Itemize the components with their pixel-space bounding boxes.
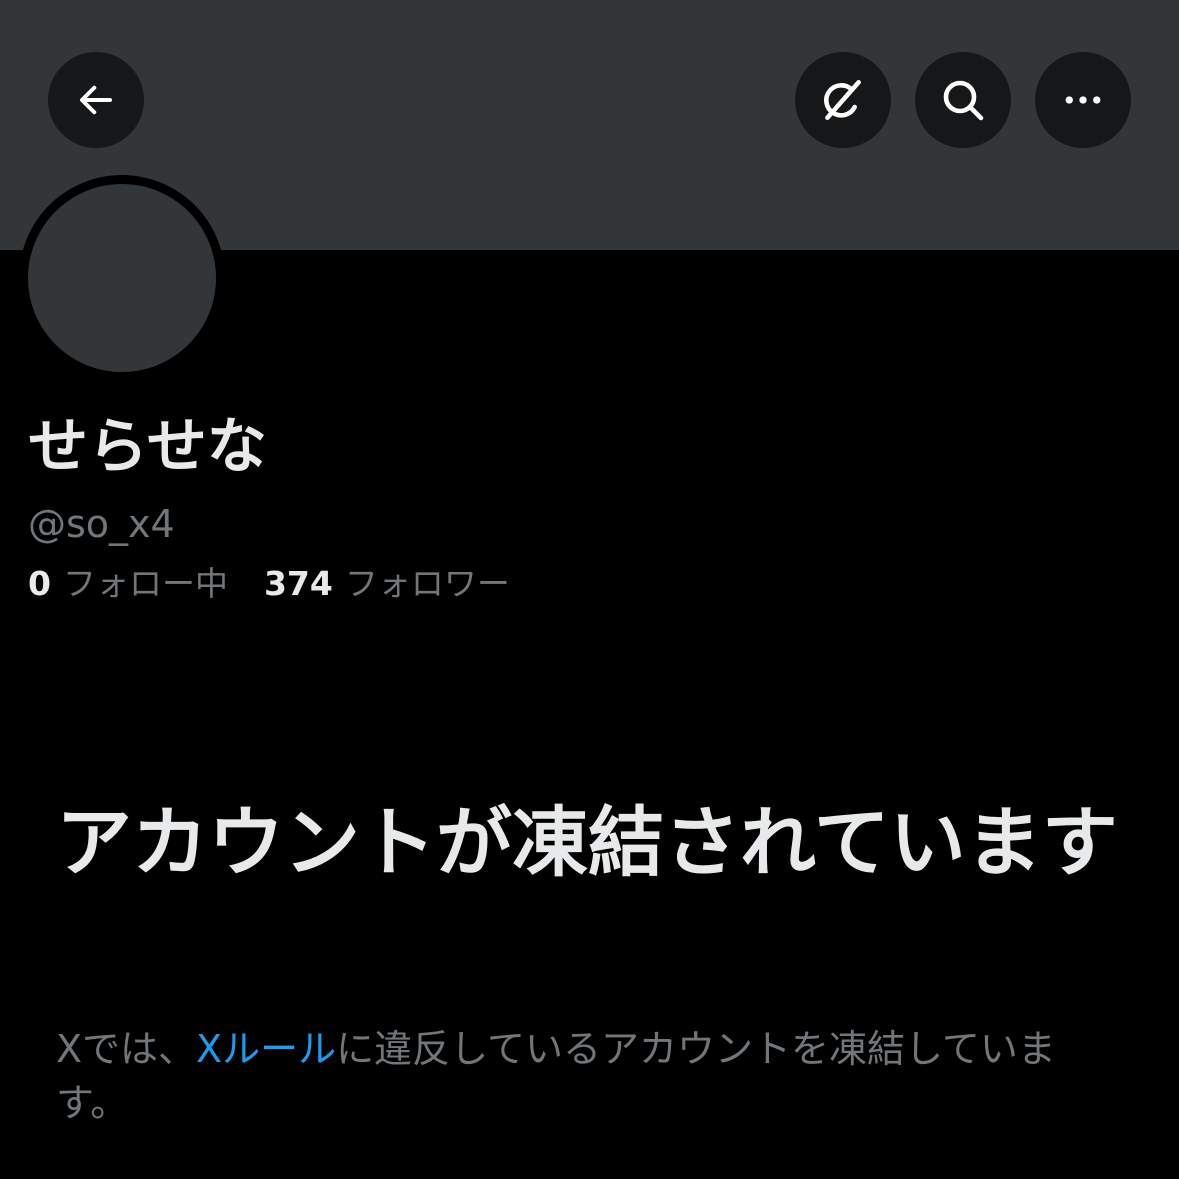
following-count: 0 xyxy=(28,564,51,603)
follow-stats: 0 フォロー中 374 フォロワー xyxy=(28,562,510,606)
avatar-ring xyxy=(19,175,225,381)
suspension-title: アカウントが凍結されています xyxy=(56,798,1118,887)
followers-count: 374 xyxy=(263,564,333,603)
display-name: せらせな xyxy=(28,412,267,482)
x-rules-link[interactable]: Xルール xyxy=(196,1027,336,1071)
followers-label: フォロワー xyxy=(344,564,510,603)
arrow-left-icon xyxy=(79,85,113,115)
suspension-desc-prefix: Xでは、 xyxy=(56,1027,197,1071)
more-button[interactable] xyxy=(1035,52,1131,148)
followers-stat[interactable]: 374 フォロワー xyxy=(264,562,510,606)
grok-button[interactable] xyxy=(795,52,891,148)
avatar[interactable] xyxy=(28,184,216,372)
suspension-description: Xでは、Xルールに違反しているアカウントを凍結しています。 xyxy=(56,1022,1126,1130)
back-button[interactable] xyxy=(48,52,144,148)
search-button[interactable] xyxy=(915,52,1011,148)
search-icon xyxy=(943,80,984,121)
user-handle: @so_x4 xyxy=(28,502,175,546)
following-label: フォロー中 xyxy=(62,564,228,603)
grok-icon xyxy=(824,80,861,121)
more-horizontal-icon xyxy=(1065,96,1101,104)
following-stat[interactable]: 0 フォロー中 xyxy=(28,562,228,606)
